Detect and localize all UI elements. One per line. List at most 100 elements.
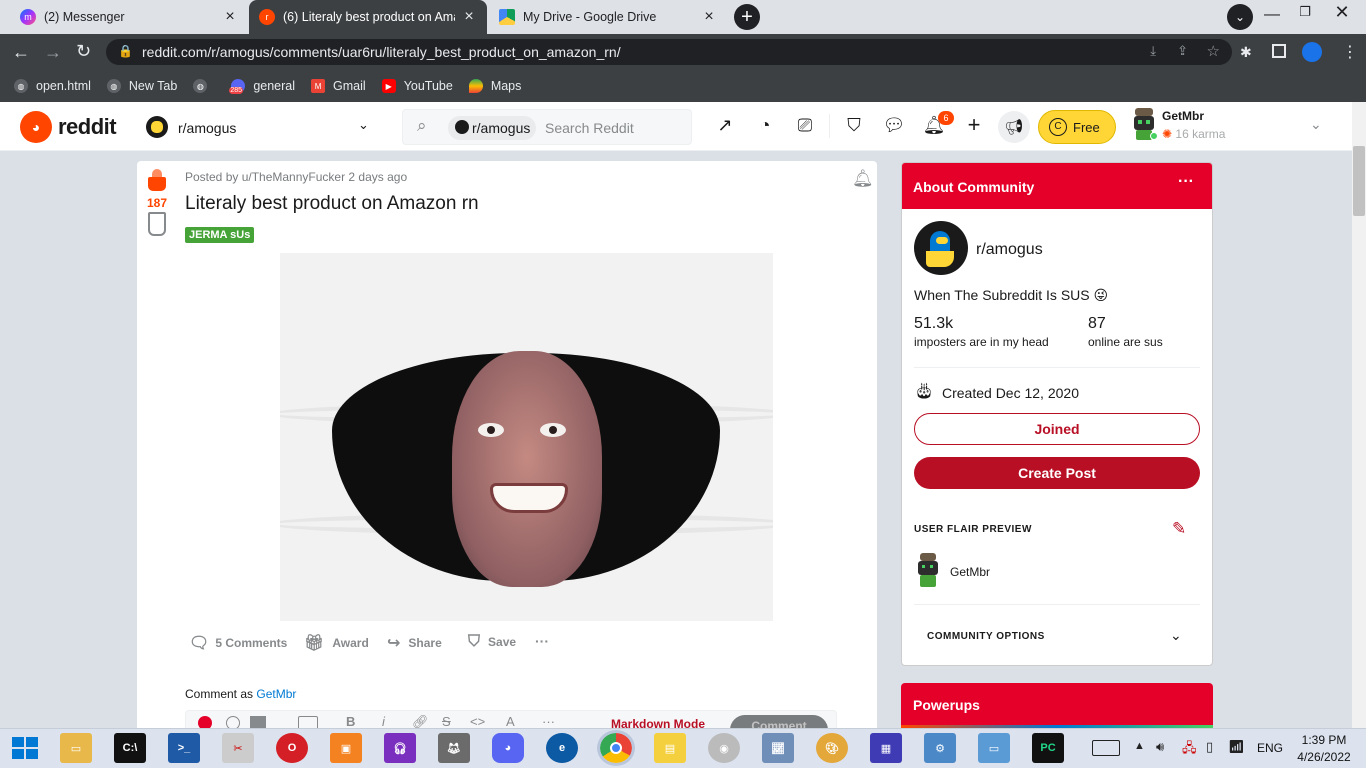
- pycharm-icon[interactable]: PC: [1032, 733, 1064, 763]
- file-explorer-icon[interactable]: ▭: [60, 733, 92, 763]
- clock-time[interactable]: 1:39 PM: [1296, 733, 1352, 747]
- reddit-wordmark[interactable]: reddit: [58, 114, 117, 140]
- bookmark-maps[interactable]: Maps: [468, 79, 521, 93]
- install-icon[interactable]: ⤓: [1150, 43, 1156, 59]
- calendar-app-icon[interactable]: ▦: [870, 733, 902, 763]
- tray-up-chevron-icon[interactable]: ▲: [1134, 740, 1145, 752]
- signal-icon[interactable]: 📶︎: [1228, 739, 1245, 755]
- user-avatar[interactable]: [1130, 108, 1158, 140]
- code-icon[interactable]: <>: [470, 714, 485, 729]
- extensions-puzzle-icon[interactable]: ✱: [1240, 44, 1252, 61]
- shield-icon[interactable]: ⛉: [842, 113, 866, 137]
- post-flair[interactable]: JERMA sUs: [185, 227, 255, 243]
- reload-icon[interactable]: ↻: [76, 41, 96, 61]
- minimize-icon[interactable]: —: [1262, 6, 1282, 26]
- tab-search-chevron-icon[interactable]: ⌄: [1227, 4, 1253, 30]
- bookmark-globe[interactable]: ◍: [193, 79, 215, 93]
- windows-start-icon[interactable]: [12, 737, 38, 759]
- user-menu-chevron-icon[interactable]: ⌄: [1310, 116, 1322, 133]
- command-prompt-icon[interactable]: C:\: [114, 733, 146, 763]
- popular-arrow-icon[interactable]: ↗: [713, 113, 737, 137]
- powershell-icon[interactable]: >_: [168, 733, 200, 763]
- upvote-icon[interactable]: [148, 169, 166, 191]
- stats-icon[interactable]: ◔: [753, 113, 777, 137]
- more-format-icon[interactable]: ···: [542, 714, 555, 729]
- search-input[interactable]: ⌕ r/amogus Search Reddit: [402, 109, 692, 145]
- side-panel-icon[interactable]: [1272, 44, 1286, 58]
- new-tab-plus-icon[interactable]: +: [734, 4, 760, 30]
- community-options-label[interactable]: COMMUNITY OPTIONS: [927, 631, 1045, 642]
- share-button[interactable]: ↪ Share: [387, 633, 442, 653]
- bookmark-general[interactable]: 285 general: [229, 79, 295, 94]
- battery-icon[interactable]: ▯: [1206, 739, 1213, 755]
- video-icon[interactable]: ⎚: [793, 113, 817, 137]
- bookmark-gmail[interactable]: M Gmail: [311, 79, 366, 93]
- post-image[interactable]: [280, 253, 773, 621]
- back-arrow-icon[interactable]: ←: [12, 42, 32, 62]
- header-username[interactable]: GetMbr: [1162, 109, 1204, 123]
- follow-bell-icon[interactable]: 🔔︎: [852, 169, 874, 189]
- volume-icon[interactable]: 🔊︎: [1156, 739, 1164, 755]
- network-error-icon[interactable]: 🖧︎: [1182, 739, 1197, 761]
- megaphone-icon[interactable]: 📢︎: [998, 111, 1030, 143]
- sidebar-community-name[interactable]: r/amogus: [976, 241, 1043, 259]
- snipping-tool-icon[interactable]: ✂: [222, 733, 254, 763]
- reddit-logo-icon[interactable]: ◕: [20, 111, 52, 143]
- address-bar[interactable]: 🔒 reddit.com/r/amogus/comments/uar6ru/li…: [106, 39, 1232, 65]
- control-panel-icon[interactable]: ⚙: [924, 733, 956, 763]
- superscript-icon[interactable]: A: [506, 714, 515, 729]
- comments-button[interactable]: 🗨︎ 5 Comments: [189, 633, 287, 653]
- browser-menu-icon[interactable]: ⋮: [1342, 42, 1358, 62]
- close-tab-icon[interactable]: ×: [701, 8, 717, 26]
- create-plus-icon[interactable]: +: [962, 112, 986, 137]
- award-button[interactable]: 🎁︎ Award: [304, 633, 369, 653]
- restore-icon[interactable]: ❐: [1295, 4, 1315, 24]
- bold-icon[interactable]: B: [346, 714, 355, 729]
- community-dropdown-label[interactable]: r/amogus: [178, 120, 236, 136]
- close-tab-icon[interactable]: ×: [222, 8, 238, 26]
- share-page-icon[interactable]: ⇪: [1177, 43, 1188, 59]
- scrollbar-thumb[interactable]: [1353, 146, 1365, 216]
- remote-desktop-icon[interactable]: ▭: [978, 733, 1010, 763]
- close-tab-icon[interactable]: ×: [461, 8, 477, 26]
- comment-as-user[interactable]: GetMbr: [256, 687, 296, 701]
- speaker-app-icon[interactable]: ◉: [708, 733, 740, 763]
- headphones-app-icon[interactable]: 🎧︎: [384, 733, 416, 763]
- touch-keyboard-icon[interactable]: [1092, 740, 1120, 756]
- about-more-icon[interactable]: ···: [1178, 173, 1194, 191]
- input-language[interactable]: ENG: [1257, 741, 1283, 755]
- bookmark-star-icon[interactable]: ☆: [1207, 42, 1220, 60]
- profile-avatar[interactable]: [1302, 42, 1322, 62]
- create-post-button[interactable]: Create Post: [914, 457, 1200, 489]
- free-coins-button[interactable]: C Free: [1038, 110, 1116, 144]
- edit-pencil-icon[interactable]: ✎: [1172, 519, 1186, 539]
- downvote-icon[interactable]: [148, 212, 166, 236]
- chat-icon[interactable]: 💬︎: [882, 113, 906, 137]
- paint-icon[interactable]: 🎨︎: [816, 733, 848, 763]
- clock-date[interactable]: 4/26/2022: [1296, 750, 1352, 764]
- monitor-app-icon[interactable]: 📈︎: [762, 733, 794, 763]
- bookmark-youtube[interactable]: ▶ YouTube: [381, 79, 453, 93]
- tab-google-drive[interactable]: My Drive - Google Drive ×: [489, 0, 727, 34]
- tab-reddit[interactable]: r (6) Literaly best product on Amaz ×: [249, 0, 487, 34]
- chrome-icon[interactable]: [597, 730, 635, 766]
- close-window-icon[interactable]: ✕: [1330, 2, 1354, 26]
- save-button[interactable]: ⛉ Save: [468, 633, 516, 651]
- post-title[interactable]: Literaly best product on Amazon rn: [185, 193, 479, 215]
- app-icon[interactable]: ▣: [330, 733, 362, 763]
- page-scrollbar[interactable]: [1352, 102, 1366, 728]
- community-options-chevron-icon[interactable]: ⌄: [1170, 627, 1182, 644]
- edge-icon[interactable]: e: [546, 733, 578, 763]
- italic-icon[interactable]: i: [382, 714, 385, 729]
- forward-arrow-icon[interactable]: →: [44, 42, 64, 62]
- bookmark-open-html[interactable]: ◍ open.html: [14, 79, 91, 93]
- gimp-icon[interactable]: 🦊︎: [438, 733, 470, 763]
- discord-taskbar-icon[interactable]: ◕: [492, 733, 524, 763]
- tab-messenger[interactable]: m (2) Messenger ×: [10, 0, 248, 34]
- more-options-icon[interactable]: ···: [535, 633, 549, 649]
- bookmark-new-tab[interactable]: ◍ New Tab: [106, 79, 177, 93]
- strikethrough-icon[interactable]: S: [442, 714, 451, 729]
- joined-button[interactable]: Joined: [914, 413, 1200, 445]
- opera-icon[interactable]: O: [276, 733, 308, 763]
- notes-icon[interactable]: ▤: [654, 733, 686, 763]
